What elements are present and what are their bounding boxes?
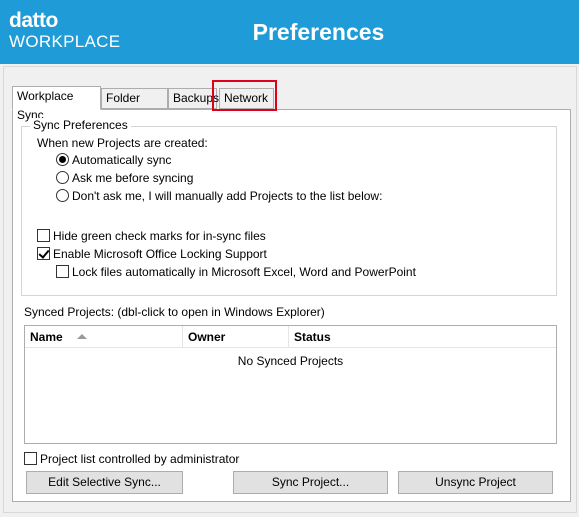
sort-ascending-icon [77, 334, 87, 339]
column-name[interactable]: Name [25, 326, 183, 348]
column-name-label: Name [30, 330, 63, 344]
auto-sync-radio[interactable] [56, 153, 69, 166]
office-locking-label[interactable]: Enable Microsoft Office Locking Support [53, 247, 267, 261]
tab-folder-sync[interactable]: Folder Sync [101, 88, 168, 124]
hide-checkmarks-label[interactable]: Hide green check marks for in-sync files [53, 229, 266, 243]
synced-projects-table[interactable]: Name Owner Status No Synced Projects [24, 325, 557, 444]
manual-add-radio[interactable] [56, 189, 69, 202]
edit-selective-sync-button[interactable]: Edit Selective Sync... [26, 471, 183, 494]
column-owner[interactable]: Owner [183, 326, 289, 348]
page-title: Preferences [252, 19, 385, 45]
new-projects-prompt: When new Projects are created: [37, 136, 208, 150]
synced-projects-label: Synced Projects: (dbl-click to open in W… [24, 305, 325, 319]
column-status[interactable]: Status [289, 326, 556, 348]
ask-before-sync-label[interactable]: Ask me before syncing [72, 171, 193, 185]
admin-control-checkbox[interactable] [24, 452, 37, 465]
manual-add-label[interactable]: Don't ask me, I will manually add Projec… [72, 189, 382, 203]
unsync-project-button[interactable]: Unsync Project [398, 471, 553, 494]
empty-table-message: No Synced Projects [237, 354, 344, 368]
network-tab-highlight [212, 80, 277, 111]
ask-before-sync-radio[interactable] [56, 171, 69, 184]
lock-files-checkbox[interactable] [56, 265, 69, 278]
lock-files-label[interactable]: Lock files automatically in Microsoft Ex… [72, 265, 416, 279]
tab-workplace-sync[interactable]: Workplace Sync [12, 86, 101, 122]
auto-sync-label[interactable]: Automatically sync [72, 153, 171, 167]
sync-preferences-label: Sync Preferences [30, 118, 131, 132]
hide-checkmarks-checkbox[interactable] [37, 229, 50, 242]
app-header: datto WORKPLACE Preferences [0, 0, 579, 64]
office-locking-checkbox[interactable] [37, 247, 50, 260]
admin-control-label[interactable]: Project list controlled by administrator [40, 452, 239, 466]
sync-project-button[interactable]: Sync Project... [233, 471, 388, 494]
tab-backups[interactable]: Backups [168, 88, 219, 109]
